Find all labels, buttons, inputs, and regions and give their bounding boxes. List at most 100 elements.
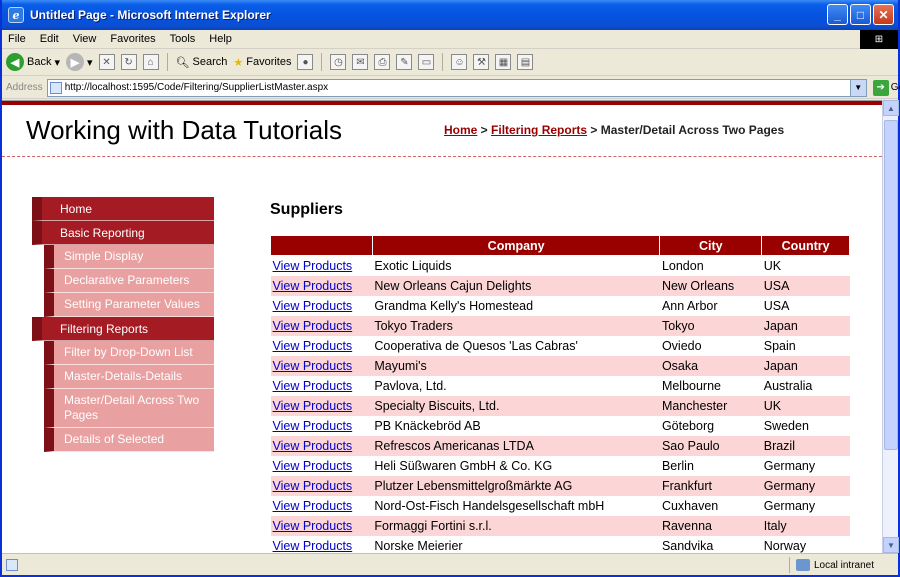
view-products-cell: View Products — [270, 335, 373, 356]
vertical-scrollbar[interactable]: ▲ ▼ — [882, 100, 899, 553]
messenger-icon[interactable]: ☺ — [451, 54, 468, 70]
sidebar-item-filter-by-dropdown[interactable]: Filter by Drop-Down List — [44, 341, 214, 365]
view-products-cell: View Products — [270, 435, 373, 456]
breadcrumb-home-link[interactable]: Home — [444, 123, 477, 137]
view-products-cell: View Products — [270, 315, 373, 336]
home-icon[interactable]: ⌂ — [142, 54, 159, 70]
country-cell: UK — [761, 255, 850, 276]
history-icon[interactable]: ◷ — [330, 54, 347, 70]
sidebar-item-setting-parameter-values[interactable]: Setting Parameter Values — [44, 293, 214, 317]
view-products-link[interactable]: View Products — [273, 299, 353, 313]
view-products-link[interactable]: View Products — [273, 499, 353, 513]
toolbar-separator — [321, 53, 323, 71]
title-bar[interactable]: e Untitled Page - Microsoft Internet Exp… — [2, 0, 898, 30]
company-cell: Nord-Ost-Fisch Handelsgesellschaft mbH — [372, 495, 660, 516]
view-products-link[interactable]: View Products — [273, 379, 353, 393]
city-cell: Melbourne — [659, 375, 762, 396]
refresh-icon[interactable]: ↻ — [120, 54, 137, 70]
close-button[interactable]: ✕ — [873, 4, 894, 25]
security-zone: Local intranet — [788, 557, 874, 573]
sidebar-item-basic-reporting[interactable]: Basic Reporting — [32, 221, 214, 245]
menu-tools[interactable]: Tools — [170, 33, 196, 45]
forward-button[interactable]: ▶ ▾ — [66, 53, 93, 71]
table-row: View Products Refrescos Americanas LTDA Sa… — [270, 435, 850, 456]
menu-help[interactable]: Help — [209, 33, 232, 45]
view-products-link[interactable]: View Products — [273, 519, 353, 533]
grid-icon[interactable]: ▦ — [495, 54, 512, 70]
company-cell: Formaggi Fortini s.r.l. — [372, 515, 660, 536]
toolbar-separator — [166, 53, 168, 71]
city-cell: Berlin — [659, 455, 762, 476]
media-icon[interactable]: ● — [297, 54, 314, 70]
view-products-link[interactable]: View Products — [273, 439, 353, 453]
table-row: View Products Norske Meierier Sandvika Norw… — [270, 535, 850, 553]
city-cell: Osaka — [659, 355, 762, 376]
sidebar-item-master-detail-two-pages[interactable]: Master/Detail Across Two Pages — [44, 389, 214, 428]
stop-icon[interactable]: ✕ — [98, 54, 115, 70]
view-products-link[interactable]: View Products — [273, 479, 353, 493]
scroll-down-icon[interactable]: ▼ — [883, 537, 899, 553]
breadcrumb-separator: > — [477, 123, 492, 137]
address-url: http://localhost:1595/Code/Filtering/Sup… — [64, 82, 329, 93]
grid-header-country[interactable]: Country — [761, 235, 850, 256]
maximize-button[interactable]: □ — [850, 4, 871, 25]
address-dropdown-icon[interactable]: ▼ — [849, 79, 866, 96]
sidebar-item-filtering-reports[interactable]: Filtering Reports — [32, 317, 214, 341]
sidebar-item-simple-display[interactable]: Simple Display — [44, 245, 214, 269]
breadcrumb-filtering-link[interactable]: Filtering Reports — [491, 123, 587, 137]
view-products-cell: View Products — [270, 375, 373, 396]
go-button[interactable]: ➔ Go — [872, 79, 900, 96]
suppliers-grid: Company City Country View Products Exotic… — [270, 235, 850, 553]
scroll-up-icon[interactable]: ▲ — [883, 100, 899, 116]
sidebar-item-declarative-parameters[interactable]: Declarative Parameters — [44, 269, 214, 293]
view-products-cell: View Products — [270, 515, 373, 536]
mail-icon[interactable]: ✉ — [352, 54, 369, 70]
view-products-link[interactable]: View Products — [273, 259, 353, 273]
table-row: View Products Grandma Kelly's Homestead An… — [270, 295, 850, 316]
country-cell: Japan — [761, 315, 850, 336]
view-products-link[interactable]: View Products — [273, 339, 353, 353]
country-cell: Australia — [761, 375, 850, 396]
scroll-thumb[interactable] — [884, 120, 898, 450]
favorites-star-icon: ★ — [233, 56, 244, 69]
print-icon[interactable]: ⎙ — [374, 54, 391, 70]
page-status-icon — [6, 558, 18, 571]
chevron-down-icon[interactable]: ▾ — [54, 56, 60, 69]
country-cell: USA — [761, 275, 850, 296]
view-products-link[interactable]: View Products — [273, 319, 353, 333]
folder-icon[interactable]: ▭ — [418, 54, 435, 70]
menu-favorites[interactable]: Favorites — [110, 33, 155, 45]
back-button[interactable]: ◀ Back ▾ — [6, 53, 60, 71]
city-cell: Ravenna — [659, 515, 762, 536]
view-products-link[interactable]: View Products — [273, 359, 353, 373]
sidebar-item-home[interactable]: Home — [32, 197, 214, 221]
view-products-link[interactable]: View Products — [273, 539, 353, 553]
menu-edit[interactable]: Edit — [40, 33, 59, 45]
grid-header-company[interactable]: Company — [371, 235, 661, 256]
view-products-link[interactable]: View Products — [273, 399, 353, 413]
extension-icon[interactable]: ▤ — [517, 54, 534, 70]
search-label: Search — [192, 56, 228, 68]
country-cell: Japan — [761, 355, 850, 376]
minimize-button[interactable]: _ — [827, 4, 848, 25]
chevron-down-icon[interactable]: ▾ — [87, 56, 93, 69]
view-products-cell: View Products — [270, 475, 373, 496]
address-input[interactable]: http://localhost:1595/Code/Filtering/Sup… — [46, 78, 867, 97]
page-header: Working with Data Tutorials Home > Filte… — [2, 105, 882, 157]
intranet-icon — [795, 559, 810, 571]
edit-icon[interactable]: ✎ — [396, 54, 413, 70]
go-label: Go — [890, 82, 900, 93]
grid-header-city[interactable]: City — [659, 235, 763, 256]
search-button[interactable]: 🔍︎ Search — [176, 56, 228, 69]
menu-file[interactable]: File — [8, 33, 26, 45]
sidebar-item-details-of-selected[interactable]: Details of Selected — [44, 428, 214, 452]
status-bar: Local intranet — [2, 553, 898, 575]
view-products-link[interactable]: View Products — [273, 419, 353, 433]
favorites-button[interactable]: ★ Favorites — [233, 56, 291, 69]
tool-icon[interactable]: ⚒ — [473, 54, 490, 70]
table-row: View Products Specialty Biscuits, Ltd. Man… — [270, 395, 850, 416]
menu-view[interactable]: View — [73, 33, 97, 45]
view-products-link[interactable]: View Products — [273, 459, 353, 473]
view-products-link[interactable]: View Products — [273, 279, 353, 293]
sidebar-item-master-details-details[interactable]: Master-Details-Details — [44, 365, 214, 389]
